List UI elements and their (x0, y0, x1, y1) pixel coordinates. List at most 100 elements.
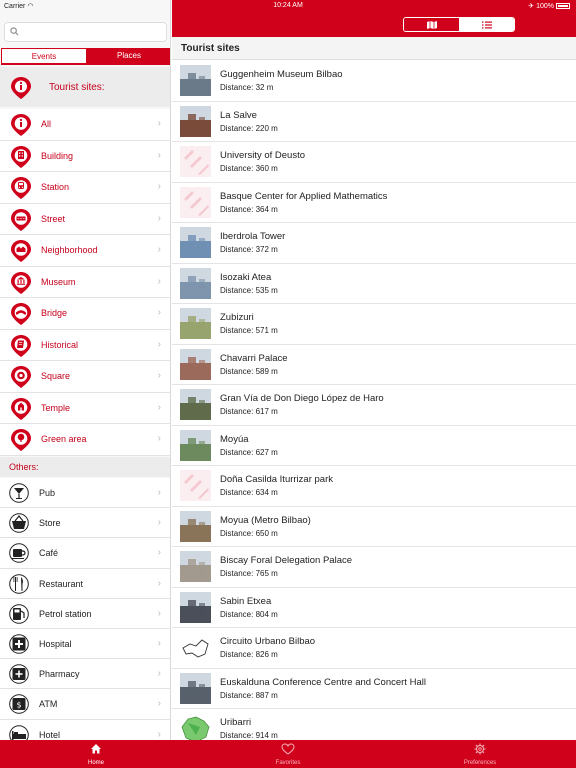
site-distance: Distance: 914 m (220, 731, 278, 740)
site-distance: Distance: 765 m (220, 569, 278, 578)
site-distance: Distance: 826 m (220, 650, 278, 659)
tourist-sites-header-label: Tourist sites: (49, 82, 105, 93)
site-distance: Distance: 634 m (220, 488, 278, 497)
chevron-right-icon: › (157, 668, 161, 680)
placeholder-thumbnail (180, 146, 211, 177)
category-item-square[interactable]: Square › (0, 361, 170, 393)
site-row[interactable]: Biscay Foral Delegation Palace Distance: … (172, 547, 576, 588)
chevron-right-icon: › (157, 307, 161, 318)
battery-icon (556, 3, 570, 10)
hospital-icon (9, 634, 29, 654)
site-row[interactable]: Euskalduna Conference Centre and Concert… (172, 669, 576, 709)
atm-icon: $ (9, 694, 29, 715)
site-name: Euskalduna Conference Centre and Concert… (220, 676, 426, 688)
site-row[interactable]: Guggenheim Museum Bilbao Distance: 32 m (172, 61, 576, 102)
list-view-toggle[interactable] (459, 18, 514, 31)
category-item-green-area[interactable]: Green area › (0, 424, 170, 456)
category-item-all[interactable]: All › (0, 109, 170, 141)
site-row[interactable]: Circuito Urbano Bilbao Distance: 826 m (172, 628, 576, 669)
site-distance: Distance: 650 m (220, 528, 278, 538)
site-photo-thumbnail (180, 348, 211, 380)
category-item-museum[interactable]: Museum › (0, 266, 170, 298)
chevron-right-icon: › (157, 370, 161, 381)
other-item-hotel[interactable]: Hotel › (0, 719, 170, 740)
other-label: Hotel (39, 729, 61, 740)
tab-home[interactable]: Home (0, 740, 192, 768)
category-item-bridge[interactable]: Bridge › (0, 298, 170, 330)
segment-events[interactable]: Events (1, 48, 87, 63)
site-row[interactable]: Sabin Etxea Distance: 804 m (172, 588, 576, 628)
category-label: Building (41, 150, 74, 161)
other-item-store[interactable]: Store › (0, 508, 170, 539)
site-photo-thumbnail (180, 308, 211, 339)
site-name: Zubizuri (220, 312, 254, 323)
status-bar: Carrier ◠ 10:24 AM ✈ 100% (0, 0, 576, 13)
other-item-restaurant[interactable]: Restaurant › (0, 568, 170, 599)
category-item-station[interactable]: Station › (0, 172, 170, 204)
tourist-sites-header[interactable]: Tourist sites: (0, 67, 170, 107)
site-name: Gran Vía de Don Diego López de Haro (220, 393, 384, 404)
segment-places[interactable]: Places (87, 48, 170, 63)
chevron-right-icon: › (157, 118, 161, 129)
category-label: Historical (41, 339, 79, 350)
chevron-right-icon: › (157, 577, 161, 589)
gear-icon (474, 743, 486, 757)
category-label: Square (41, 371, 71, 381)
search-bar[interactable] (4, 22, 167, 42)
other-item-atm[interactable]: $ ATM › (0, 689, 170, 720)
site-name: Circuito Urbano Bilbao (220, 636, 316, 647)
site-row[interactable]: Uribarri Distance: 914 m (172, 709, 576, 740)
site-row[interactable]: Gran Vía de Don Diego López de Haro Dista… (172, 385, 576, 426)
view-toggle (403, 17, 515, 32)
site-name: Biscay Foral Delegation Palace (220, 555, 353, 566)
site-name: University of Deusto (220, 150, 306, 161)
site-name: Doña Casilda Iturrizar park (220, 474, 333, 485)
other-label: Store (39, 518, 61, 529)
site-row[interactable]: La Salve Distance: 220 m (172, 102, 576, 142)
circuit-map-thumbnail (180, 632, 211, 663)
site-row[interactable]: Chavarri Palace Distance: 589 m (172, 345, 576, 385)
site-row[interactable]: Doña Casilda Iturrizar park Distance: 634… (172, 466, 576, 507)
site-row[interactable]: University of Deusto Distance: 360 m (172, 142, 576, 183)
site-distance: Distance: 627 m (220, 447, 278, 457)
site-distance: Distance: 887 m (220, 690, 278, 700)
other-item-pharmacy[interactable]: Pharmacy › (0, 659, 170, 690)
site-row[interactable]: Zubizuri Distance: 571 m (172, 304, 576, 345)
street-icon (11, 208, 31, 231)
tab-favorites[interactable]: Favorites (192, 740, 384, 768)
site-row[interactable]: Isozaki Atea Distance: 535 m (172, 264, 576, 304)
site-row[interactable]: Moyua (Metro Bilbao) Distance: 650 m (172, 507, 576, 547)
fuel-icon (9, 603, 29, 624)
category-item-neighborhood[interactable]: Neighborhood › (0, 235, 170, 267)
site-name: Sabin Etxea (220, 595, 272, 607)
site-row[interactable]: Moyúa Distance: 627 m (172, 426, 576, 466)
category-item-street[interactable]: Street › (0, 203, 170, 235)
category-item-temple[interactable]: Temple › (0, 392, 170, 424)
chevron-right-icon: › (157, 275, 161, 287)
category-item-historical[interactable]: Historical › (0, 329, 170, 361)
category-item-building[interactable]: Building › (0, 140, 170, 172)
site-distance: Distance: 360 m (220, 164, 278, 173)
search-input[interactable] (21, 25, 161, 39)
site-name: Chavarri Palace (220, 352, 288, 364)
site-name: Iberdrola Tower (220, 231, 286, 242)
other-item-petrol-station[interactable]: Petrol station › (0, 598, 170, 629)
search-icon (10, 27, 19, 36)
list-icon (481, 21, 492, 28)
chevron-right-icon: › (157, 487, 161, 498)
map-view-toggle[interactable] (404, 18, 459, 31)
site-photo-thumbnail (180, 389, 211, 420)
chevron-right-icon: › (157, 401, 161, 413)
tab-preferences[interactable]: Preferences (384, 740, 576, 768)
category-label: Station (41, 182, 70, 192)
site-row[interactable]: Iberdrola Tower Distance: 372 m (172, 223, 576, 264)
other-item-hospital[interactable]: Hospital › (0, 628, 170, 660)
other-label: Café (39, 548, 59, 559)
other-item-caf-[interactable]: Café › (0, 538, 170, 569)
chevron-right-icon: › (157, 181, 161, 192)
site-name: La Salve (220, 109, 257, 121)
other-item-pub[interactable]: Pub › (0, 478, 170, 509)
site-row[interactable]: Basque Center for Applied Mathematics Dis… (172, 183, 576, 223)
site-photo-thumbnail (180, 429, 211, 461)
cocktail-icon (9, 483, 29, 503)
